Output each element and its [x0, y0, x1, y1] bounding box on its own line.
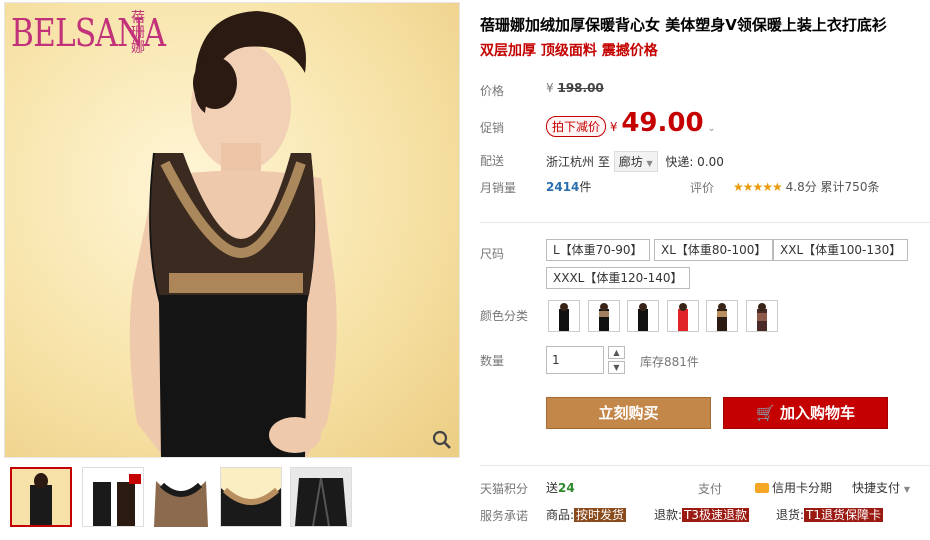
add-to-cart-button[interactable]: 🛒 加入购物车 — [723, 397, 888, 429]
quantity-label: 数量 — [480, 354, 505, 368]
thumbnail-4[interactable] — [220, 467, 282, 527]
sales-count: 2414件 — [546, 180, 592, 194]
color-label: 颜色分类 — [480, 309, 529, 323]
quantity-increase-button[interactable]: ▲ — [608, 346, 625, 359]
promise-goods: 商品: 按时发货 — [546, 508, 627, 522]
product-title: 蓓珊娜加绒加厚保暖背心女 美体塑身V领保暖上装上衣打底衫 — [480, 16, 887, 34]
divider — [480, 465, 930, 466]
sales-label: 月销量 — [480, 181, 517, 195]
color-swatch-4[interactable] — [667, 300, 699, 332]
cart-icon: 🛒 — [756, 404, 775, 422]
shipping-label: 配送 — [480, 154, 505, 168]
price-label: 价格 — [480, 84, 505, 98]
thumbnail-2[interactable] — [82, 467, 144, 527]
points-label: 天猫积分 — [480, 482, 529, 496]
shipping-row: 浙江杭州 至 廊坊 ▼ 快递: 0.00 — [546, 151, 724, 172]
size-option-xxxl[interactable]: XXXL【体重120-140】 — [546, 267, 690, 289]
size-option-xxl[interactable]: XXL【体重100-130】 — [773, 239, 909, 261]
brand-logo-cn: 蓓珊娜 — [131, 10, 145, 56]
pay-label: 支付 — [698, 482, 723, 496]
size-option-l[interactable]: L【体重70-90】 — [546, 239, 650, 261]
thumbnail-3[interactable] — [150, 467, 212, 527]
promise-return: 退货: T1退货保障卡 — [776, 508, 884, 522]
color-swatch-3[interactable] — [627, 300, 659, 332]
stock-count: 库存881件 — [640, 355, 699, 369]
chevron-down-icon[interactable]: ⌄ — [707, 123, 715, 134]
buy-now-button[interactable]: 立刻购买 — [546, 397, 711, 429]
color-swatch-6[interactable] — [746, 300, 778, 332]
destination-select[interactable]: 廊坊 ▼ — [613, 151, 658, 172]
promise-refund: 退款: T3极速退款 — [654, 508, 750, 522]
points-value: 送24 — [546, 481, 575, 495]
review-label: 评价 — [690, 181, 715, 195]
review-summary[interactable]: ★★★★★ 4.8分 累计750条 — [733, 178, 879, 195]
color-swatch-1[interactable] — [548, 300, 580, 332]
thumbnail-1[interactable] — [10, 467, 72, 527]
caret-down-icon: ▼ — [903, 485, 910, 494]
credit-card-icon — [755, 483, 769, 493]
color-swatch-2[interactable] — [588, 300, 620, 332]
thumbnail-5[interactable] — [290, 467, 352, 527]
color-swatch-5[interactable] — [706, 300, 738, 332]
original-price: ¥ 198.00 — [546, 81, 604, 95]
caret-down-icon: ▼ — [646, 159, 653, 168]
zoom-icon[interactable] — [431, 429, 453, 451]
promo-price: 49.00 — [621, 108, 704, 138]
size-option-xl[interactable]: XL【体重80-100】 — [654, 239, 774, 261]
express-fee: 快递: 0.00 — [665, 155, 724, 169]
size-label: 尺码 — [480, 247, 505, 261]
promo-price-row: 拍下减价 ¥ 49.00 ⌄ — [546, 108, 716, 138]
quantity-input[interactable] — [546, 346, 604, 374]
divider — [480, 222, 930, 223]
rating-stars: ★★★★★ — [733, 180, 783, 194]
promise-label: 服务承诺 — [480, 509, 529, 523]
promo-label: 促销 — [480, 121, 505, 135]
model-illustration — [129, 11, 337, 457]
main-product-image[interactable]: BELSANA 蓓珊娜 — [4, 2, 460, 458]
credit-installment[interactable]: 信用卡分期 — [755, 479, 832, 496]
product-subtitle: 双层加厚 顶级面料 震撼价格 — [480, 43, 658, 59]
quick-pay[interactable]: 快捷支付 ▼ — [852, 479, 910, 496]
quantity-decrease-button[interactable]: ▼ — [608, 361, 625, 374]
promo-tag: 拍下减价 — [546, 116, 607, 137]
